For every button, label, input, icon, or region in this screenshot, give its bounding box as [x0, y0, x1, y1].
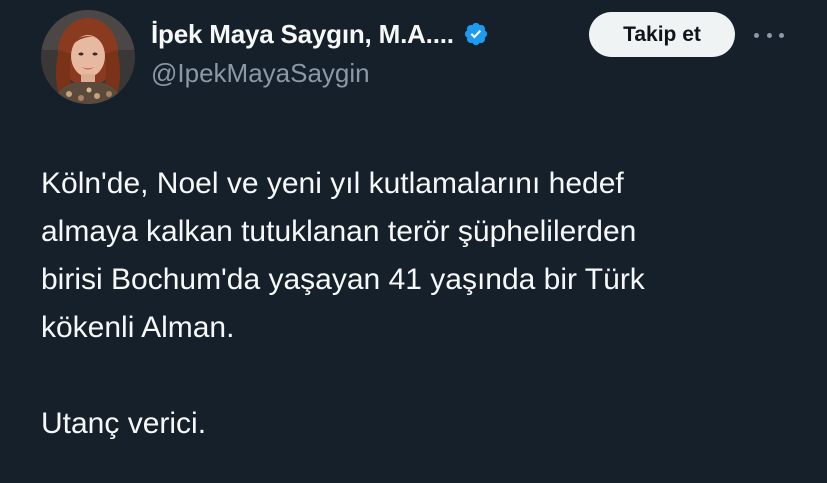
dot — [754, 32, 759, 38]
tweet-line: kökenli Alman. — [41, 311, 235, 344]
more-options-icon[interactable] — [754, 22, 784, 48]
dot — [766, 32, 772, 38]
tweet-line: almaya kalkan tutuklanan terör şüphelile… — [41, 215, 637, 248]
tweet-line: birisi Bochum'da yaşayan 41 yaşında bir … — [41, 263, 645, 296]
tweet-text: Köln'de, Noel ve yeni yıl kutlamalarını … — [41, 160, 801, 448]
avatar[interactable] — [41, 10, 135, 104]
tweet-closing-line: Utanç verici. — [41, 407, 207, 440]
tweet-line: Köln'de, Noel ve yeni yıl kutlamalarını … — [41, 167, 624, 200]
profile-photo — [41, 10, 135, 104]
verified-badge-icon[interactable] — [463, 21, 489, 47]
tweet-card: İpek Maya Saygın, M.A.... @IpekMayaSaygi… — [0, 0, 827, 483]
author-handle[interactable]: @IpekMayaSaygin — [151, 58, 370, 89]
author-name-row: İpek Maya Saygın, M.A.... — [151, 16, 489, 52]
display-name[interactable]: İpek Maya Saygın, M.A.... — [151, 19, 454, 50]
dot — [779, 32, 784, 38]
follow-button[interactable]: Takip et — [589, 12, 735, 57]
